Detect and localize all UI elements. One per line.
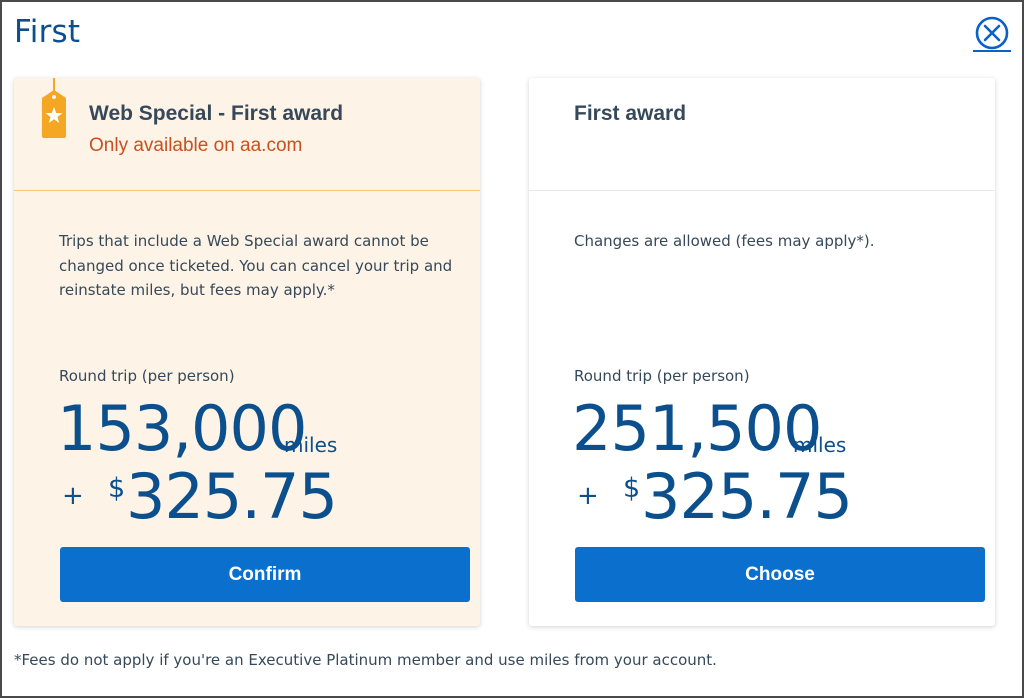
card-header: Web Special - First award Only available…: [14, 78, 480, 191]
choose-button[interactable]: Choose: [575, 547, 985, 602]
close-underline: [973, 50, 1011, 52]
confirm-button[interactable]: Confirm: [60, 547, 470, 602]
card-title: Web Special - First award: [89, 102, 344, 125]
dialog-title: First: [14, 14, 81, 50]
miles-unit: miles: [793, 433, 847, 457]
miles-unit: miles: [284, 433, 338, 457]
card-header: First award: [529, 78, 995, 191]
fee-amount: 325.75: [641, 460, 853, 533]
miles-amount: 153,000: [57, 392, 307, 465]
card-title: First award: [574, 102, 687, 125]
currency-symbol: $: [108, 473, 126, 504]
price-label: Round trip (per person): [574, 367, 750, 385]
star-tag-icon: [38, 78, 70, 140]
card-subtitle: Only available on aa.com: [89, 135, 303, 156]
plus-sign: +: [62, 481, 84, 511]
currency-symbol: $: [623, 473, 641, 504]
close-icon[interactable]: [973, 16, 1011, 52]
web-special-card: Web Special - First award Only available…: [14, 78, 480, 626]
price-label: Round trip (per person): [59, 367, 235, 385]
first-award-card: First award Changes are allowed (fees ma…: [529, 78, 995, 626]
card-description: Trips that include a Web Special award c…: [59, 232, 453, 299]
fee-amount: 325.75: [126, 460, 338, 533]
fees-footnote: *Fees do not apply if you're an Executiv…: [14, 651, 717, 669]
miles-amount: 251,500: [572, 392, 822, 465]
card-description: Changes are allowed (fees may apply*).: [574, 232, 875, 250]
fare-dialog: First Web Special - First award Only ava…: [0, 0, 1024, 698]
plus-sign: +: [577, 481, 599, 511]
